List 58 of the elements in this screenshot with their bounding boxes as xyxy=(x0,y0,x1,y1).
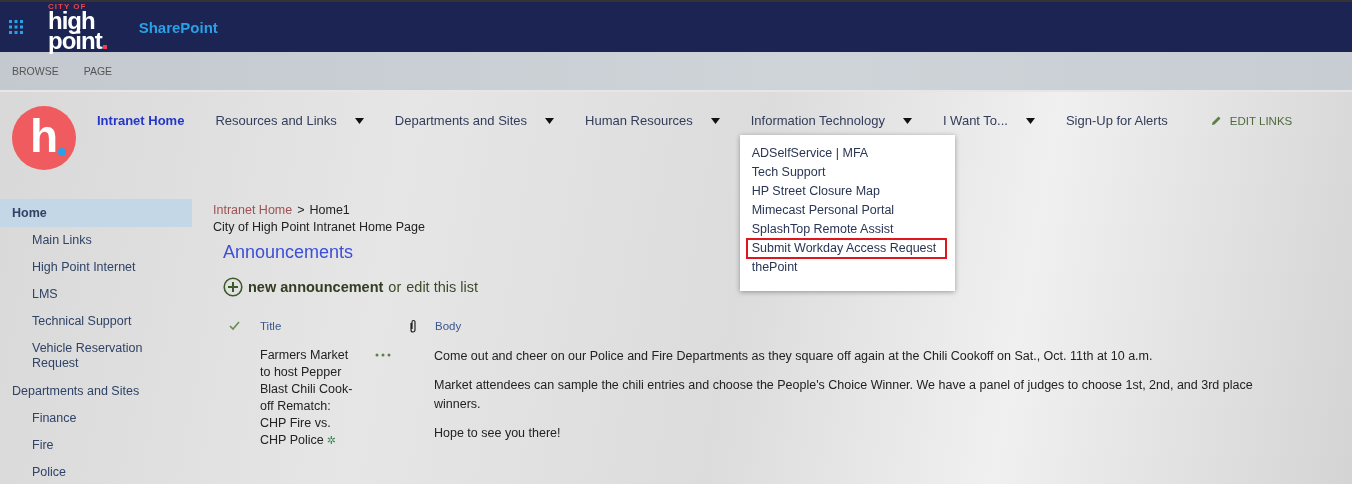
sidebar-item[interactable]: High Point Internet xyxy=(0,254,192,281)
checkmark-icon[interactable] xyxy=(229,321,240,331)
sidebar-item[interactable]: Fire xyxy=(0,432,192,459)
announcement-title[interactable]: Farmers Market to host Pepper Blast Chili Cook-off Rematch: CHP Fire vs. CHP Police ✲ xyxy=(260,347,355,449)
edit-links-label: EDIT LINKS xyxy=(1229,114,1293,127)
menu-item[interactable]: Submit Workday Access Request xyxy=(745,238,947,259)
breadcrumb-link[interactable]: Intranet Home xyxy=(213,203,293,217)
paperclip-icon xyxy=(409,319,417,333)
column-header[interactable]: Title xyxy=(260,320,409,332)
add-icon[interactable] xyxy=(223,277,243,297)
announcement-paragraph: Hope to see you there! xyxy=(434,425,562,442)
sidebar-item[interactable]: Main Links xyxy=(0,227,192,254)
dot-icon xyxy=(58,148,66,156)
nav-link[interactable]: Resources and Links xyxy=(215,109,337,132)
menu-item[interactable]: thePoint xyxy=(745,257,947,278)
app-name[interactable]: SharePoint xyxy=(138,18,218,36)
logo-caption: CITY OF xyxy=(48,3,87,12)
menu-item[interactable]: Tech Support xyxy=(745,162,947,183)
new-item-icon: ✲ xyxy=(326,434,336,446)
sidebar-item[interactable]: Police xyxy=(0,459,192,484)
page-title: City of High Point Intranet Home Page xyxy=(213,220,425,234)
app-launcher-icon[interactable] xyxy=(9,20,23,34)
menu-item[interactable]: HP Street Closure Map xyxy=(745,181,947,202)
nav-link[interactable]: Sign-Up for Alerts xyxy=(1065,109,1168,132)
sidebar-item[interactable]: LMS xyxy=(0,281,192,308)
menu-item[interactable]: SplashTop Remote Assist xyxy=(745,219,947,240)
sidebar-item[interactable]: Departments and Sites xyxy=(0,377,192,405)
sidebar-item[interactable]: Vehicle Reservation Request xyxy=(0,335,192,377)
nav-link[interactable]: Information Technology xyxy=(750,109,885,132)
caret-icon[interactable] xyxy=(1025,117,1035,124)
breadcrumb-current: Home1 xyxy=(309,203,350,217)
new-announcement-link[interactable]: new announcement xyxy=(248,279,384,295)
sidebar-item[interactable]: Home xyxy=(0,199,192,227)
announcement-paragraph: Market attendees can sample the chili entries and choose the People's Choice Winner. We have a panel of judges to choose 1st, 2nd, and 3rd place winners. xyxy=(434,377,1254,413)
menu-item[interactable]: ADSelfService | MFA xyxy=(745,143,947,164)
pencil-icon xyxy=(1210,115,1222,126)
sidebar-item[interactable]: Finance xyxy=(0,405,192,432)
nav-link[interactable]: Human Resources xyxy=(585,109,693,132)
edit-list-link[interactable]: edit this list xyxy=(406,279,478,295)
nav-link[interactable]: Intranet Home xyxy=(97,109,185,132)
site-logo-letter: h xyxy=(29,109,59,163)
menu-item[interactable]: Mimecast Personal Portal xyxy=(745,200,947,221)
ribbon-tab[interactable]: BROWSE xyxy=(12,65,59,77)
caret-icon[interactable] xyxy=(545,117,555,124)
ellipsis-icon[interactable] xyxy=(375,353,391,357)
caret-icon[interactable] xyxy=(354,117,364,124)
sidebar-item[interactable]: Technical Support xyxy=(0,308,192,335)
edit-links-link[interactable]: EDIT LINKS xyxy=(1210,114,1293,127)
announcements-heading[interactable]: Announcements xyxy=(223,242,354,263)
breadcrumb-separator: > xyxy=(297,203,305,217)
or-label: or xyxy=(388,279,402,295)
nav-link[interactable]: I Want To... xyxy=(942,109,1008,132)
nav-link[interactable]: Departments and Sites xyxy=(394,109,528,132)
announcement-paragraph: Come out and cheer on our Police and Fire Departments as they square off again at the Chili Cookoff on Sat., Oct. 11th at 10 a.m. xyxy=(434,348,1154,365)
column-header[interactable]: Body xyxy=(435,320,462,332)
caret-icon[interactable] xyxy=(902,117,912,124)
ribbon-tab[interactable]: PAGE xyxy=(83,65,113,77)
caret-icon[interactable] xyxy=(710,117,720,124)
